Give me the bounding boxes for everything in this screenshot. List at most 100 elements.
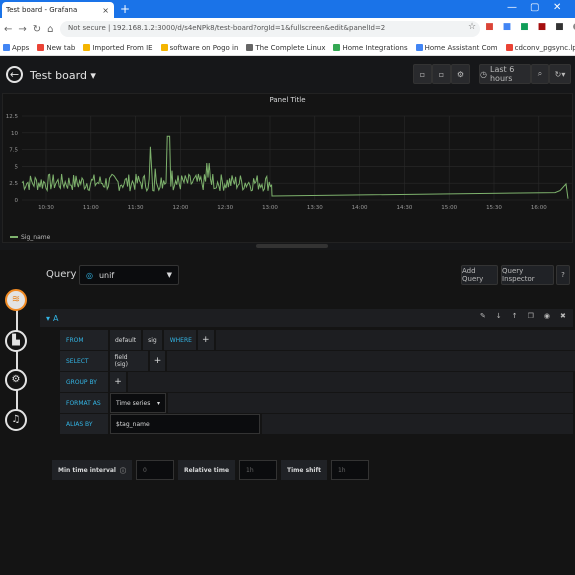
select-keyword: SELECT bbox=[60, 351, 108, 371]
bookmark-icon bbox=[505, 44, 513, 51]
minimize-icon[interactable]: — bbox=[507, 2, 517, 13]
alert-bell-tab-icon[interactable]: ♫ bbox=[5, 409, 27, 431]
settings-gear-icon[interactable]: ⚙ bbox=[451, 64, 470, 84]
chart-legend: Sig_name bbox=[10, 234, 51, 241]
bookmark-icon bbox=[246, 44, 254, 51]
add-select-button[interactable]: + bbox=[149, 351, 166, 371]
help-icon[interactable]: ? bbox=[556, 265, 570, 285]
trash-icon[interactable]: ✖ bbox=[560, 312, 566, 320]
zoom-out-icon[interactable]: ⌕ bbox=[531, 64, 549, 84]
bookmark-item[interactable]: Imported From IE bbox=[83, 44, 153, 52]
clock-icon: ◷ bbox=[480, 69, 487, 79]
time-series-chart: 12.5 10 7.5 5 2.5 0 10:30 11:00 11:30 12:00 12:30… bbox=[6, 114, 572, 241]
reload-icon[interactable]: ↻ bbox=[33, 24, 41, 35]
legend-label[interactable]: Sig_name bbox=[21, 234, 51, 241]
bookmark-item[interactable]: cdconv_pgsync.lpc bbox=[505, 44, 575, 52]
alias-row: ALIAS BY $tag_name bbox=[60, 414, 573, 434]
x-tick-label: 12:30 bbox=[217, 205, 233, 211]
queries-tab-icon[interactable]: ≋ bbox=[5, 289, 27, 311]
y-tick-label: 10 bbox=[11, 131, 18, 137]
bookmark-item[interactable]: The Complete Linux bbox=[246, 44, 325, 52]
x-tick-label: 11:30 bbox=[128, 205, 144, 211]
chevron-down-icon: ▼ bbox=[166, 271, 172, 279]
y-tick-label: 2.5 bbox=[9, 181, 18, 187]
select-field-segment[interactable]: field (sig) bbox=[109, 351, 148, 371]
extension-icon[interactable]: ■ bbox=[485, 22, 494, 32]
forward-nav-icon[interactable]: → bbox=[18, 24, 26, 35]
move-up-icon[interactable]: ↑ bbox=[512, 312, 518, 320]
back-arrow-icon[interactable]: ← bbox=[6, 66, 23, 83]
general-settings-tab-icon[interactable]: ⚙ bbox=[5, 369, 27, 391]
extension-icon[interactable]: ■ bbox=[555, 22, 564, 32]
y-tick-label: 7.5 bbox=[9, 148, 18, 154]
folder-icon bbox=[160, 44, 168, 51]
retention-policy-segment[interactable]: default bbox=[110, 330, 142, 350]
bookmark-icon bbox=[37, 44, 45, 51]
bookmark-item[interactable]: software on Pogo in bbox=[160, 44, 238, 52]
new-tab-button[interactable]: + bbox=[120, 2, 130, 16]
alias-input[interactable]: $tag_name bbox=[110, 414, 260, 434]
dashboard-title[interactable]: Test board ▾ bbox=[30, 69, 96, 82]
x-tick-label: 15:00 bbox=[441, 205, 457, 211]
x-tick-label: 15:30 bbox=[486, 205, 502, 211]
bookmark-star-icon[interactable]: ☆ bbox=[468, 22, 476, 32]
group-by-row: GROUP BY + bbox=[60, 372, 573, 392]
select-row: SELECT field (sig) + bbox=[60, 351, 575, 371]
bookmark-icon bbox=[415, 44, 423, 51]
bookmarks-bar: Apps New tab Imported From IE software o… bbox=[0, 40, 575, 56]
extension-icon[interactable]: ■ bbox=[520, 22, 529, 32]
tab-title: Test board - Grafana bbox=[6, 6, 78, 14]
add-group-by-button[interactable]: + bbox=[110, 372, 126, 392]
visualization-tab-icon[interactable]: ▙ bbox=[5, 330, 27, 352]
time-shift-label: Time shift bbox=[281, 460, 327, 480]
browser-tab[interactable]: Test board - Grafana × bbox=[2, 2, 114, 18]
eye-icon[interactable]: ◉ bbox=[544, 312, 550, 320]
from-keyword: FROM bbox=[60, 330, 108, 350]
where-keyword: WHERE bbox=[163, 330, 196, 350]
x-tick-label: 13:00 bbox=[262, 205, 278, 211]
bookmark-icon bbox=[3, 44, 10, 51]
chevron-down-icon: ▾ bbox=[156, 399, 160, 407]
bookmark-item[interactable]: Apps bbox=[3, 44, 29, 52]
bookmark-item[interactable]: New tab bbox=[37, 44, 75, 52]
x-tick-label: 11:00 bbox=[83, 205, 99, 211]
format-row: FORMAT AS Time series ▾ bbox=[60, 393, 573, 413]
refresh-icon[interactable]: ↻▾ bbox=[549, 64, 571, 84]
url-input[interactable]: Not secure | 192.168.1.2:3000/d/s4eNPk8/… bbox=[60, 21, 480, 37]
format-select[interactable]: Time series ▾ bbox=[110, 393, 166, 413]
add-query-button[interactable]: Add Query bbox=[461, 265, 498, 285]
snapshot-icon[interactable]: ▫ bbox=[432, 64, 451, 84]
add-where-button[interactable]: + bbox=[197, 330, 214, 350]
measurement-segment[interactable]: sig bbox=[143, 330, 162, 350]
wrench-icon[interactable]: ✎ bbox=[480, 312, 486, 320]
maximize-icon[interactable]: ▢ bbox=[530, 2, 539, 13]
extension-icon[interactable]: ■ bbox=[503, 22, 512, 32]
tab-close-icon[interactable]: × bbox=[102, 6, 109, 15]
query-inspector-button[interactable]: Query Inspector bbox=[501, 265, 554, 285]
legend-color-swatch bbox=[10, 236, 18, 238]
move-down-icon[interactable]: ↓ bbox=[496, 312, 502, 320]
duplicate-icon[interactable]: ❐ bbox=[528, 312, 534, 320]
time-picker-button[interactable]: ◷ Last 6 hours bbox=[479, 64, 531, 84]
y-tick-label: 0 bbox=[15, 198, 19, 204]
home-icon[interactable]: ⌂ bbox=[47, 24, 53, 35]
back-nav-icon[interactable]: ← bbox=[4, 24, 12, 35]
extension-icon[interactable]: ■ bbox=[538, 22, 547, 32]
bookmark-icon bbox=[333, 44, 341, 51]
collapse-icon: ▾ bbox=[46, 313, 51, 323]
min-interval-input[interactable]: 0 bbox=[135, 460, 174, 480]
time-shift-input[interactable]: 1h bbox=[330, 460, 369, 480]
bookmark-item[interactable]: Home Integrations bbox=[333, 44, 408, 52]
save-icon[interactable]: ▫ bbox=[413, 64, 432, 84]
relative-time-input[interactable]: 1h bbox=[239, 460, 278, 480]
query-label: Query bbox=[46, 269, 77, 280]
x-tick-label: 16:00 bbox=[531, 205, 547, 211]
chart-series-line bbox=[21, 135, 569, 199]
min-interval-label: Min time interval ⓘ bbox=[52, 460, 132, 480]
datasource-select[interactable]: ◎ unif ▼ bbox=[79, 265, 179, 285]
relative-time-label: Relative time bbox=[177, 460, 236, 480]
panel-title[interactable]: Panel Title bbox=[0, 96, 575, 104]
bookmark-item[interactable]: Home Assistant Com bbox=[415, 44, 498, 52]
panel-resize-handle[interactable] bbox=[256, 244, 328, 248]
close-window-icon[interactable]: ✕ bbox=[553, 2, 561, 13]
